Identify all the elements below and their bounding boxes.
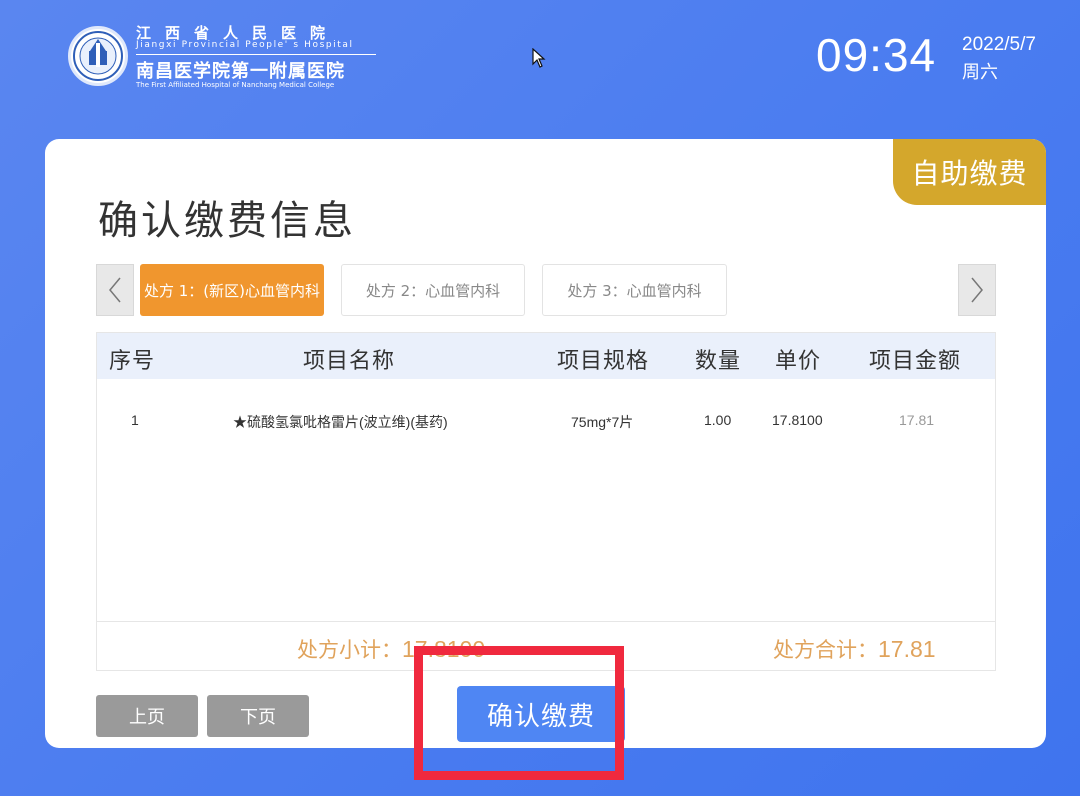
cell-name: ★硫酸氢氯吡格雷片(波立维)(基药) bbox=[233, 414, 448, 430]
chevron-right-icon bbox=[971, 277, 983, 303]
mouse-pointer-icon bbox=[532, 47, 546, 72]
clock-weekday: 周六 bbox=[962, 62, 998, 83]
hospital-emblem-icon bbox=[73, 31, 123, 81]
highlight-annotation-box bbox=[414, 646, 624, 780]
fee-table: 序号 项目名称 项目规格 数量 单价 项目金额 1 ★硫酸氢氯吡格雷片(波立维)… bbox=[96, 332, 996, 671]
subtotal-label: 处方小计： bbox=[297, 638, 402, 662]
hospital-logo bbox=[68, 26, 128, 86]
column-header-spec: 项目规格 bbox=[557, 349, 650, 374]
total-value: 17.81 bbox=[878, 636, 936, 662]
cell-spec: 75mg*7片 bbox=[571, 414, 634, 430]
tab-prescription-3[interactable]: 处方 3：心血管内科 bbox=[542, 264, 727, 316]
hospital-name-en-top: Jiangxi Provincial People' s Hospital bbox=[136, 40, 354, 50]
tab-scroll-right-button[interactable] bbox=[958, 264, 996, 316]
cell-qty: 1.00 bbox=[704, 412, 732, 428]
tab-prescription-1[interactable]: 处方 1：(新区)心血管内科 bbox=[140, 264, 324, 316]
cell-index: 1 bbox=[131, 412, 139, 428]
table-header: 序号 项目名称 项目规格 数量 单价 项目金额 bbox=[97, 333, 995, 379]
hospital-name-cn-main: 南昌医学院第一附属医院 bbox=[136, 61, 345, 82]
column-header-index: 序号 bbox=[109, 349, 156, 374]
page-title: 确认缴费信息 bbox=[98, 198, 356, 244]
chevron-left-icon bbox=[109, 277, 121, 303]
total-label: 处方合计： bbox=[773, 638, 878, 662]
prev-page-button[interactable]: 上页 bbox=[96, 695, 198, 737]
hospital-name-en-main: The First Affiliated Hospital of Nanchan… bbox=[136, 81, 335, 89]
column-header-qty: 数量 bbox=[695, 349, 742, 374]
column-header-unit-price: 单价 bbox=[775, 349, 822, 374]
tab-prescription-2[interactable]: 处方 2：心血管内科 bbox=[341, 264, 525, 316]
cell-unit-price: 17.8100 bbox=[772, 412, 823, 428]
clock-date: 2022/5/7 bbox=[962, 34, 1036, 55]
next-page-button[interactable]: 下页 bbox=[207, 695, 309, 737]
self-pay-badge: 自助缴费 bbox=[893, 139, 1046, 205]
prescription-total: 处方合计：17.81 bbox=[773, 634, 936, 664]
column-header-name: 项目名称 bbox=[303, 349, 396, 374]
column-header-amount: 项目金额 bbox=[869, 349, 962, 374]
cell-amount: 17.81 bbox=[899, 412, 935, 428]
tab-scroll-left-button[interactable] bbox=[96, 264, 134, 316]
header-divider bbox=[136, 54, 376, 55]
clock-time: 09:34 bbox=[816, 29, 937, 81]
